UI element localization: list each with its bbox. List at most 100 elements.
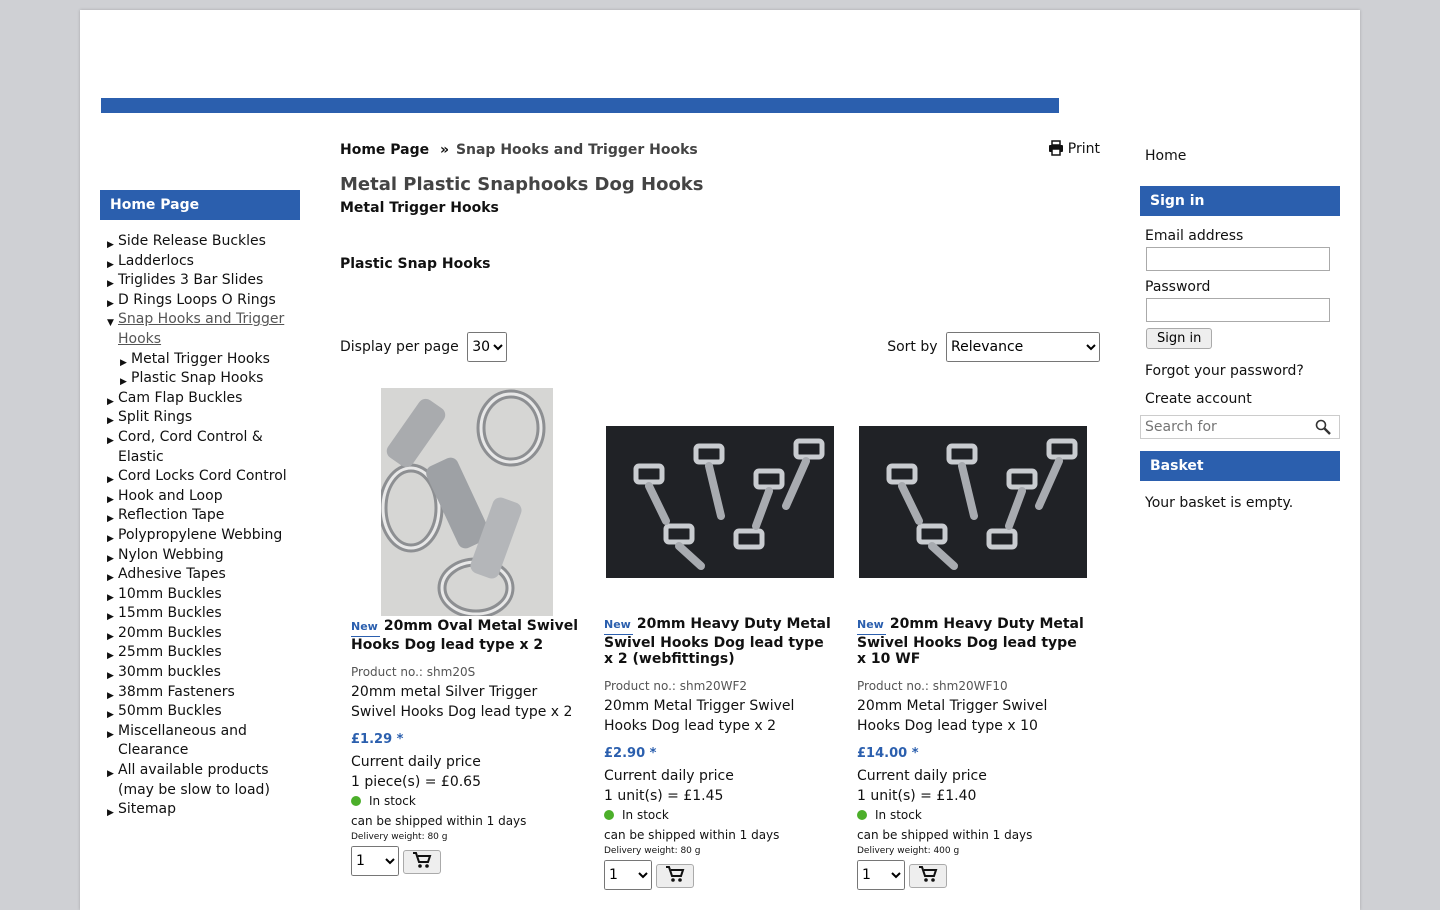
sidebar-item-label[interactable]: All available products (may be slow to l… <box>118 762 270 798</box>
sidebar-item[interactable]: ▶ Cord Locks Cord Control <box>100 467 300 487</box>
search-icon[interactable] <box>1315 419 1331 435</box>
sidebar-item[interactable]: ▶ All available products (may be slow to … <box>100 761 300 800</box>
cart-icon <box>666 866 685 883</box>
sidebar-item[interactable]: ▶ 10mm Buckles <box>100 585 300 605</box>
sort-select[interactable]: Relevance <box>946 332 1100 362</box>
product-image[interactable] <box>859 426 1087 578</box>
sidebar-item-label[interactable]: Cam Flap Buckles <box>118 390 242 406</box>
sidebar-item-label[interactable]: Hook and Loop <box>118 488 223 504</box>
shipping-info: can be shipped within 1 days <box>604 828 780 843</box>
sidebar-item[interactable]: ▶ 20mm Buckles <box>100 624 300 644</box>
sidebar-item-label[interactable]: Polypropylene Webbing <box>118 527 282 543</box>
breadcrumb-current[interactable]: Snap Hooks and Trigger Hooks <box>456 142 698 158</box>
sidebar-item-label[interactable]: Cord, Cord Control & Elastic <box>118 429 263 465</box>
sidebar-item-label[interactable]: 50mm Buckles <box>118 703 222 719</box>
product-name[interactable]: 20mm Heavy Duty Metal Swivel Hooks Dog l… <box>857 616 1084 667</box>
sort-control: Sort by Relevance <box>887 332 1100 362</box>
sidebar-item-label[interactable]: 38mm Fasteners <box>118 684 235 700</box>
sidebar-item[interactable]: ▶ 38mm Fasteners <box>100 683 300 703</box>
sidebar-item-label[interactable]: Sitemap <box>118 801 176 817</box>
sidebar-item-label[interactable]: Adhesive Tapes <box>118 566 226 582</box>
sidebar-item[interactable]: ▶ Metal Trigger Hooks <box>100 350 300 370</box>
sidebar-item-label[interactable]: Plastic Snap Hooks <box>131 370 263 386</box>
sidebar-item[interactable]: ▶ D Rings Loops O Rings <box>100 291 300 311</box>
sidebar-item[interactable]: ▶ Triglides 3 Bar Slides <box>100 271 300 291</box>
product-title[interactable]: New 20mm Oval Metal Swivel Hooks Dog lead… <box>351 618 583 653</box>
sidebar-item[interactable]: ▶ 25mm Buckles <box>100 643 300 663</box>
sidebar-item-label[interactable]: 20mm Buckles <box>118 625 222 641</box>
sidebar-item[interactable]: ▶ Reflection Tape <box>100 506 300 526</box>
sidebar-item-label[interactable]: Reflection Tape <box>118 507 224 523</box>
subcategory-link-metal[interactable]: Metal Trigger Hooks <box>340 198 1100 218</box>
sidebar-item[interactable]: ▶ Sitemap <box>100 800 300 820</box>
sidebar-item[interactable]: ▶ Hook and Loop <box>100 487 300 507</box>
product-title[interactable]: New 20mm Heavy Duty Metal Swivel Hooks Do… <box>604 616 836 667</box>
product-description: 20mm Metal Trigger Swivel Hooks Dog lead… <box>604 698 795 734</box>
sidebar-item-label[interactable]: D Rings Loops O Rings <box>118 292 276 308</box>
email-field[interactable] <box>1146 247 1330 271</box>
sidebar-item[interactable]: ▼ Snap Hooks and Trigger Hooks <box>100 310 300 349</box>
unit-price: 1 piece(s) = £0.65 <box>351 773 481 790</box>
stock-status: In stock <box>351 794 583 808</box>
forgot-password-link[interactable]: Forgot your password? <box>1145 363 1340 379</box>
sidebar-item[interactable]: ▶ Adhesive Tapes <box>100 565 300 585</box>
per-page-select[interactable]: 30 <box>467 332 508 362</box>
product-price: £2.90 * <box>604 746 657 762</box>
sidebar-heading-home[interactable]: Home Page <box>100 190 300 220</box>
stock-label: In stock <box>622 808 669 823</box>
sidebar-item-label[interactable]: Metal Trigger Hooks <box>131 351 270 367</box>
sidebar-item[interactable]: ▶ 50mm Buckles <box>100 702 300 722</box>
home-link[interactable]: Home <box>1145 148 1340 164</box>
search-input[interactable] <box>1141 417 1305 437</box>
quantity-select[interactable]: 1 <box>351 846 399 877</box>
sidebar-item[interactable]: ▶ Cord, Cord Control & Elastic <box>100 428 300 467</box>
sidebar-item-label[interactable]: 10mm Buckles <box>118 586 222 602</box>
quantity-select[interactable]: 1 <box>604 860 652 891</box>
sidebar-item-label[interactable]: 15mm Buckles <box>118 605 222 621</box>
product-image[interactable] <box>606 426 834 578</box>
signin-button[interactable]: Sign in <box>1146 328 1213 349</box>
sidebar-item[interactable]: ▶ Ladderlocs <box>100 252 300 272</box>
print-button[interactable]: Print <box>1048 140 1100 157</box>
sidebar-item-label[interactable]: Split Rings <box>118 409 192 425</box>
add-to-cart-button[interactable] <box>403 850 441 875</box>
breadcrumb-home[interactable]: Home Page <box>340 142 429 158</box>
add-to-cart-button[interactable] <box>909 864 947 889</box>
sidebar-item[interactable]: ▶ Split Rings <box>100 408 300 428</box>
create-account-link[interactable]: Create account <box>1145 391 1340 407</box>
add-to-cart-button[interactable] <box>656 864 694 889</box>
sidebar-item-label[interactable]: Cord Locks Cord Control <box>118 468 287 484</box>
subcategory-link-plastic[interactable]: Plastic Snap Hooks <box>340 254 1100 274</box>
daily-price-label: Current daily price <box>857 768 987 785</box>
triangle-right-icon: ▶ <box>107 808 114 819</box>
password-field[interactable] <box>1146 298 1330 322</box>
quantity-select[interactable]: 1 <box>857 860 905 891</box>
sidebar-item-label[interactable]: Ladderlocs <box>118 253 194 269</box>
sidebar-item[interactable]: ▶ Nylon Webbing <box>100 546 300 566</box>
product-name[interactable]: 20mm Heavy Duty Metal Swivel Hooks Dog l… <box>604 616 831 667</box>
sidebar-item-label[interactable]: Side Release Buckles <box>118 233 266 249</box>
sidebar-item[interactable]: ▶ 15mm Buckles <box>100 604 300 624</box>
sidebar-item[interactable]: ▶ Side Release Buckles <box>100 232 300 252</box>
sidebar-item-label[interactable]: 25mm Buckles <box>118 644 222 660</box>
delivery-weight: Delivery weight: 400 g <box>857 846 960 857</box>
sidebar-item[interactable]: ▶ Polypropylene Webbing <box>100 526 300 546</box>
sidebar-item[interactable]: ▶ Miscellaneous and Clearance <box>100 722 300 761</box>
sidebar-item[interactable]: ▶ Cam Flap Buckles <box>100 389 300 409</box>
listing-controls: Display per page 30 Sort by Relevance <box>340 332 1100 362</box>
sidebar-item-label[interactable]: 30mm buckles <box>118 664 221 680</box>
in-stock-dot-icon <box>604 810 614 821</box>
sidebar-item-label[interactable]: Miscellaneous and Clearance <box>118 723 247 759</box>
product-image[interactable] <box>381 388 553 616</box>
product-card: New 20mm Heavy Duty Metal Swivel Hooks Do… <box>857 388 1089 891</box>
sidebar-item[interactable]: ▶ 30mm buckles <box>100 663 300 683</box>
sidebar-item[interactable]: ▶ Plastic Snap Hooks <box>100 369 300 389</box>
sidebar-item-label[interactable]: Triglides 3 Bar Slides <box>118 272 263 288</box>
product-title[interactable]: New 20mm Heavy Duty Metal Swivel Hooks Do… <box>857 616 1089 667</box>
product-name[interactable]: 20mm Oval Metal Swivel Hooks Dog lead ty… <box>351 618 578 653</box>
stock-status: In stock <box>857 808 1089 822</box>
sidebar-item-label[interactable]: Nylon Webbing <box>118 547 224 563</box>
sidebar-item-label[interactable]: Snap Hooks and Trigger Hooks <box>118 311 284 347</box>
stock-label: In stock <box>875 808 922 823</box>
product-description: 20mm metal Silver Trigger Swivel Hooks D… <box>351 684 573 720</box>
